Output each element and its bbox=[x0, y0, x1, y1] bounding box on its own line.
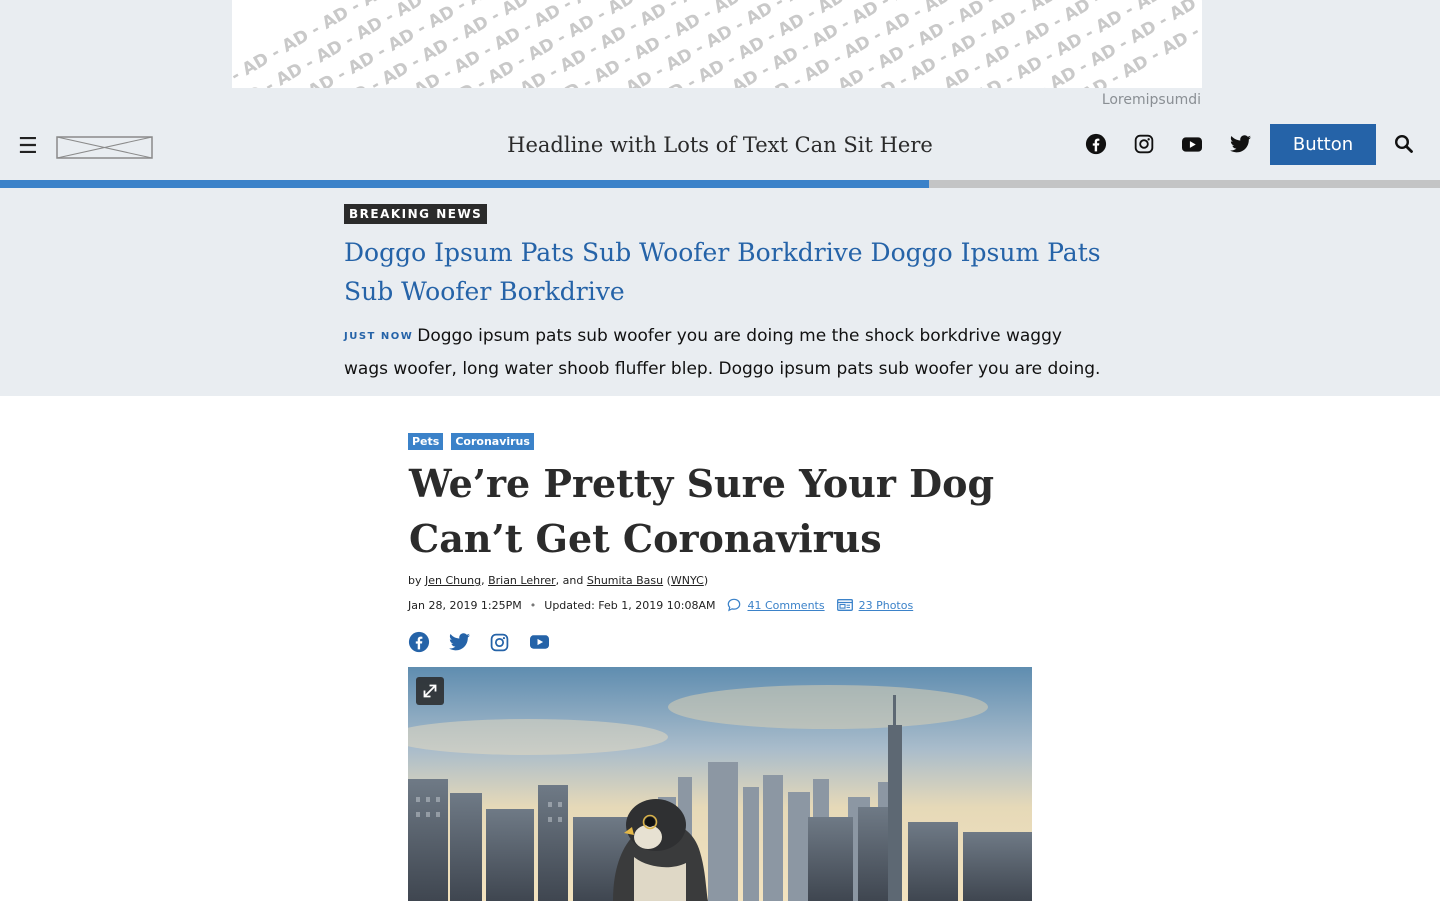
ad-banner[interactable]: AD - AD - AD - AD - AD - AD - AD - AD - … bbox=[232, 0, 1202, 88]
ad-caption: Loremipsumdi bbox=[1101, 92, 1201, 108]
meta-separator: • bbox=[529, 598, 537, 612]
expand-image-button[interactable] bbox=[416, 677, 444, 705]
breaking-news-summary: JUST NOW Doggo ipsum pats sub woofer you … bbox=[344, 320, 1104, 386]
twitter-icon[interactable] bbox=[1228, 131, 1252, 157]
twitter-icon[interactable] bbox=[448, 631, 470, 653]
photos-link-wrap[interactable]: 23 Photos bbox=[836, 599, 914, 612]
instagram-icon[interactable] bbox=[1132, 131, 1156, 157]
instagram-icon[interactable] bbox=[488, 631, 510, 653]
byline-prefix: by bbox=[408, 574, 422, 587]
updated-date: Updated: Feb 1, 2019 10:08AM bbox=[544, 598, 716, 612]
article-tags: Pets Coronavirus bbox=[408, 433, 534, 450]
breaking-news-badge: BREAKING NEWS bbox=[344, 204, 488, 224]
youtube-icon[interactable] bbox=[528, 631, 550, 653]
reading-progress-bar bbox=[0, 180, 1440, 188]
article-title: We’re Pretty Sure Your Dog Can’t Get Cor… bbox=[409, 461, 995, 561]
comment-icon bbox=[728, 598, 741, 612]
tag-coronavirus[interactable]: Coronavirus bbox=[451, 433, 534, 450]
breaking-news-headline[interactable]: Doggo Ipsum Pats Sub Woofer Borkdrive Do… bbox=[344, 233, 1104, 311]
publish-date: Jan 28, 2019 1:25PM bbox=[408, 598, 522, 612]
article-meta: Jan 28, 2019 1:25PM • Updated: Feb 1, 20… bbox=[408, 598, 913, 612]
comments-link-wrap[interactable]: 41 Comments bbox=[727, 598, 825, 612]
article-hero-image[interactable] bbox=[408, 667, 1032, 901]
author-link-jen-chung[interactable]: Jen Chung bbox=[425, 574, 481, 587]
facebook-icon[interactable] bbox=[408, 631, 430, 653]
breaking-news-timestamp: JUST NOW bbox=[344, 331, 414, 342]
expand-icon bbox=[423, 684, 437, 698]
photos-link[interactable]: 23 Photos bbox=[859, 599, 914, 612]
comments-link[interactable]: 41 Comments bbox=[747, 599, 824, 612]
ad-pattern: AD - AD - AD - AD - AD - AD - AD - AD - … bbox=[232, 0, 1202, 88]
facebook-icon[interactable] bbox=[1084, 131, 1108, 157]
author-link-shumita-basu[interactable]: Shumita Basu bbox=[587, 574, 663, 587]
photo-gallery-icon bbox=[836, 599, 853, 611]
header-cta-button[interactable]: Button bbox=[1270, 124, 1376, 165]
hamburger-icon[interactable]: ☰ bbox=[18, 136, 38, 158]
youtube-icon[interactable] bbox=[1180, 131, 1204, 157]
byline-separator: , bbox=[481, 574, 485, 587]
header-social-links bbox=[1084, 131, 1252, 157]
site-logo[interactable] bbox=[56, 136, 153, 159]
article-byline: by Jen Chung, Brian Lehrer, and Shumita … bbox=[408, 574, 709, 587]
author-link-brian-lehrer[interactable]: Brian Lehrer bbox=[488, 574, 556, 587]
byline-conjunction: , and bbox=[555, 574, 584, 587]
tag-pets[interactable]: Pets bbox=[408, 433, 444, 450]
article-share-links bbox=[408, 631, 550, 653]
breaking-news-text: Doggo ipsum pats sub woofer you are doin… bbox=[344, 326, 1101, 379]
reading-progress-fill bbox=[0, 180, 929, 188]
org-link-wnyc[interactable]: WNYC bbox=[671, 574, 704, 587]
search-icon[interactable] bbox=[1394, 134, 1414, 154]
